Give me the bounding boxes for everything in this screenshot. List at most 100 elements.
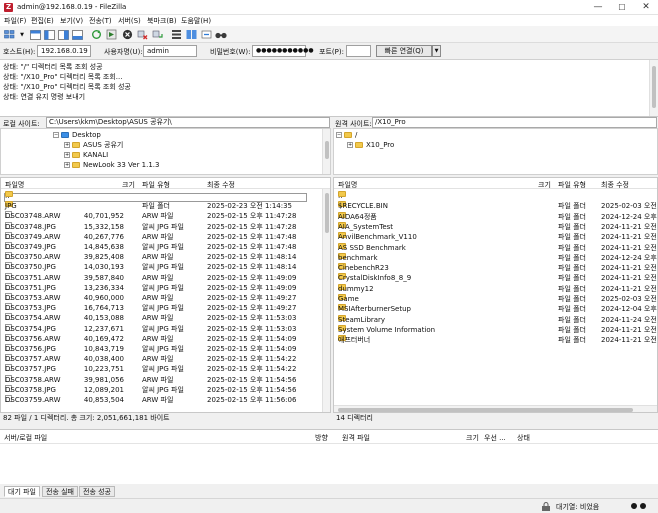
local-directory-tree[interactable]: − Desktop + ASUS 공유기 + KANALI + NewLook 33 V… (0, 128, 331, 175)
search-files-icon[interactable] (215, 29, 227, 40)
table-row[interactable]: CrystalDiskInfo8_8_9 파일 폴더 2024-11-21 오전 1 (334, 273, 657, 283)
column-header-size[interactable]: 크기 (122, 180, 135, 190)
menu-edit[interactable]: 편집(E) (31, 16, 54, 26)
column-header-modified[interactable]: 최종 수정 (207, 180, 235, 190)
table-row[interactable]: .. (334, 191, 657, 201)
table-row[interactable]: CinebenchR23 파일 폴더 2024-11-21 오전 1 (334, 263, 657, 273)
username-input[interactable]: admin (143, 45, 197, 57)
table-row[interactable]: DSC03753.ARW 40,960,000 ARW 파일 2025-02-15 오… (1, 293, 321, 303)
tree-item-kanali[interactable]: + KANALI (64, 150, 108, 160)
table-row[interactable]: DSC03749.ARW 40,267,776 ARW 파일 2025-02-15 오… (1, 231, 321, 242)
menu-help[interactable]: 도움말(H) (181, 16, 211, 26)
local-list-scrollbar-thumb[interactable] (325, 193, 329, 233)
disconnect-icon[interactable] (136, 29, 148, 40)
column-header-type[interactable]: 파일 유형 (558, 180, 586, 190)
log-scrollbar[interactable] (649, 60, 658, 116)
expand-icon[interactable]: + (64, 162, 70, 168)
tree-item-asus[interactable]: + ASUS 공유기 (64, 140, 123, 150)
table-row[interactable]: DSC03750.JPG 14,030,193 알씨 JPG 파일 2025-02-1… (1, 262, 321, 272)
table-row[interactable]: DSC03751.JPG 13,236,334 알씨 JPG 파일 2025-02-1… (1, 282, 321, 293)
local-path-input[interactable]: C:\Users\kkm\Desktop\ASUS 공유기\ (46, 117, 330, 128)
column-header-size[interactable]: 크기 (538, 180, 551, 190)
site-manager-icon[interactable] (3, 29, 15, 40)
toggle-remote-tree-icon[interactable] (57, 29, 69, 40)
dropdown-arrow-icon[interactable]: ▼ (16, 29, 28, 40)
expand-icon[interactable]: + (64, 152, 70, 158)
compare-directories-icon[interactable] (185, 29, 197, 40)
log-scrollbar-thumb[interactable] (652, 66, 656, 108)
table-row[interactable]: DSC03751.ARW 39,587,840 ARW 파일 2025-02-15 오… (1, 272, 321, 283)
local-list-scrollbar[interactable] (322, 189, 330, 412)
cancel-operation-icon[interactable] (121, 29, 133, 40)
tree-item-desktop[interactable]: − Desktop (53, 130, 101, 140)
column-header-type[interactable]: 파일 유형 (142, 180, 170, 190)
tree-item-newlook[interactable]: + NewLook 33 Ver 1.1.3 (64, 160, 160, 170)
local-tree-scrollbar-thumb[interactable] (325, 141, 329, 159)
sync-browsing-icon[interactable] (200, 29, 212, 40)
close-button[interactable]: ✕ (634, 0, 658, 15)
table-row[interactable]: DSC03757.ARW 40,038,400 ARW 파일 2025-02-15 오… (1, 354, 321, 364)
tab-failed-transfers[interactable]: 전송 실패 (42, 486, 78, 497)
collapse-icon[interactable]: − (53, 132, 59, 138)
table-row[interactable]: DSC03754.JPG 12,237,671 알씨 JPG 파일 2025-02-1… (1, 323, 321, 334)
tab-successful-transfers[interactable]: 전송 성공 (79, 486, 115, 497)
table-row[interactable]: AS SSD Benchmark 파일 폴더 2024-11-21 오전 1 (334, 242, 657, 253)
quickconnect-button[interactable]: 빠른 연결(Q) (376, 45, 432, 57)
table-row[interactable]: DSC03753.JPG 16,764,713 알씨 JPG 파일 2025-02-1… (1, 303, 321, 313)
tree-item-root[interactable]: − / (336, 130, 357, 140)
maximize-button[interactable]: ☐ (610, 0, 634, 15)
table-row[interactable]: $RECYCLE.BIN 파일 폴더 2025-02-03 오전 1 (334, 201, 657, 211)
table-row[interactable]: DSC03748.ARW 40,701,952 ARW 파일 2025-02-15 오… (1, 211, 321, 221)
expand-icon[interactable]: + (347, 142, 353, 148)
table-row[interactable]: DSC03754.ARW 40,153,088 ARW 파일 2025-02-15 오… (1, 313, 321, 323)
table-row[interactable]: DSC03759.ARW 40,853,504 ARW 파일 2025-02-15 오… (1, 395, 321, 405)
table-row[interactable]: JPG 파일 폴더 2025-02-23 오전 1:14:35 (1, 201, 321, 211)
remote-directory-tree[interactable]: − / + X10_Pro (333, 128, 658, 175)
expand-icon[interactable]: + (64, 142, 70, 148)
table-row[interactable]: DSC03757.JPG 10,223,751 알씨 JPG 파일 2025-02-1… (1, 364, 321, 374)
column-header-name[interactable]: 파일명 (338, 180, 357, 190)
toggle-log-icon[interactable] (29, 29, 41, 40)
host-input[interactable]: 192.168.0.19 (37, 45, 91, 57)
column-header-modified[interactable]: 최종 수정 (601, 180, 629, 190)
tab-queued-files[interactable]: 대기 파일 (4, 486, 40, 497)
password-input[interactable]: ●●●●●●●●●●● (252, 45, 314, 57)
directory-listing-filter-icon[interactable] (170, 29, 182, 40)
tree-item-x10pro[interactable]: + X10_Pro (347, 140, 394, 150)
table-row[interactable]: Game 파일 폴더 2025-02-03 오전 1 (334, 294, 657, 304)
table-row[interactable]: AIA_SystemTest 파일 폴더 2024-11-21 오전 1 (334, 221, 657, 232)
queue-col-size[interactable]: 크기 (466, 433, 479, 443)
quickconnect-dropdown-icon[interactable]: ▼ (432, 45, 441, 57)
table-row[interactable]: DSC03758.ARW 39,981,056 ARW 파일 2025-02-15 오… (1, 374, 321, 385)
remote-list-hscrollbar[interactable] (334, 405, 657, 412)
table-row[interactable]: DSC03756.JPG 10,843,719 알씨 JPG 파일 2025-02-1… (1, 344, 321, 354)
menu-view[interactable]: 보기(V) (60, 16, 83, 26)
reconnect-icon[interactable] (151, 29, 163, 40)
refresh-icon[interactable] (90, 29, 102, 40)
table-row[interactable]: DSC03758.JPG 12,089,201 알씨 JPG 파일 2025-02-1… (1, 384, 321, 395)
table-row[interactable]: AIDA64정품 파일 폴더 2024-12-24 오후 1 (334, 211, 657, 222)
local-file-list[interactable]: 파일명 크기 파일 유형 최종 수정 .. JPG 파일 폴더 2025-02-23 … (0, 177, 331, 413)
table-row[interactable]: DSC03750.ARW 39,825,408 ARW 파일 2025-02-15 오… (1, 252, 321, 262)
message-log[interactable]: 상태: "/" 디렉터리 목록 조회 성공 상태: "/X10_Pro" 디렉터… (0, 60, 658, 117)
menu-transfer[interactable]: 전송(T) (89, 16, 112, 26)
minimize-button[interactable]: — (586, 0, 610, 15)
table-row[interactable]: DSC03748.JPG 15,332,158 알씨 JPG 파일 2025-02-1… (1, 221, 321, 232)
remote-path-input[interactable]: /X10_Pro (372, 117, 657, 128)
table-row[interactable]: AnvilBenchmark_V110 파일 폴더 2024-11-21 오전 1 (334, 232, 657, 242)
port-input[interactable] (346, 45, 371, 57)
queue-col-remote[interactable]: 원격 파일 (342, 433, 370, 443)
transfer-queue[interactable]: 서버/로컬 파일 방향 원격 파일 크기 우선 ... 상태 (0, 429, 658, 484)
table-row[interactable]: 애프터버너 파일 폴더 2024-11-21 오전 1 (334, 335, 657, 345)
queue-col-status[interactable]: 상태 (517, 433, 530, 443)
table-row[interactable]: System Volume Information 파일 폴더 2024-11-21… (334, 324, 657, 335)
column-header-name[interactable]: 파일명 (5, 180, 24, 190)
table-row[interactable]: dummy12 파일 폴더 2024-11-21 오전 1 (334, 283, 657, 294)
queue-col-priority[interactable]: 우선 ... (484, 433, 506, 443)
table-row[interactable]: benchmark 파일 폴더 2024-12-24 오후 1 (334, 252, 657, 263)
queue-col-server-local[interactable]: 서버/로컬 파일 (4, 433, 47, 443)
table-row[interactable]: DSC03756.ARW 40,169,472 ARW 파일 2025-02-15 오… (1, 333, 321, 344)
table-row[interactable]: SteamLibrary 파일 폴더 2024-11-24 오전 1 (334, 314, 657, 325)
local-tree-scrollbar[interactable] (322, 129, 330, 174)
toggle-queue-icon[interactable] (71, 29, 83, 40)
